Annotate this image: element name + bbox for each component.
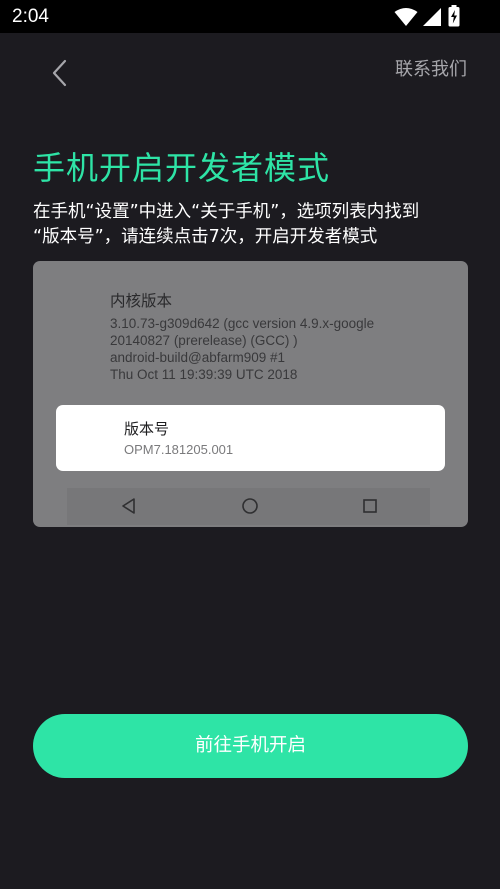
page-title: 手机开启开发者模式 <box>33 149 331 187</box>
battery-charging-icon <box>448 5 460 27</box>
open-settings-button[interactable]: 前往手机开启 <box>33 714 468 778</box>
instructions-line-1: 在手机“设置”中进入“关于手机”，选项列表内找到 <box>33 202 420 222</box>
nav-back-icon <box>122 498 135 514</box>
instruction-demo-card: 内核版本 3.10.73-g309d642 (gcc version 4.9.x… <box>33 261 468 527</box>
cellular-signal-icon <box>423 8 441 26</box>
wifi-icon <box>394 8 418 26</box>
kernel-version-line: android-build@abfarm909 #1 <box>110 350 286 365</box>
build-number-value: OPM7.181205.001 <box>124 442 234 457</box>
kernel-version-details: 3.10.73-g309d642 (gcc version 4.9.x-goog… <box>110 315 374 383</box>
status-bar: 2:04 <box>0 0 500 33</box>
demo-navigation-bar <box>67 488 430 525</box>
kernel-version-line: 20140827 (prerelease) (GCC) ) <box>110 333 298 348</box>
instructions-text: 在手机“设置”中进入“关于手机”，选项列表内找到 “版本号”，请连续点击7次，开… <box>33 200 473 250</box>
build-number-highlight: 版本号 OPM7.181205.001 <box>56 405 445 471</box>
build-number-label: 版本号 <box>124 420 170 438</box>
nav-recents-icon <box>363 499 377 513</box>
contact-us-link[interactable]: 联系我们 <box>395 56 467 84</box>
status-time: 2:04 <box>12 6 49 27</box>
nav-home-icon <box>242 498 258 514</box>
instructions-line-2: “版本号”，请连续点击7次，开启开发者模式 <box>33 227 378 247</box>
back-button[interactable] <box>40 54 80 94</box>
chevron-left-icon <box>52 59 67 87</box>
kernel-version-label: 内核版本 <box>110 292 173 310</box>
kernel-version-line: Thu Oct 11 19:39:39 UTC 2018 <box>110 367 298 382</box>
kernel-version-line: 3.10.73-g309d642 (gcc version 4.9.x-goog… <box>110 316 375 331</box>
